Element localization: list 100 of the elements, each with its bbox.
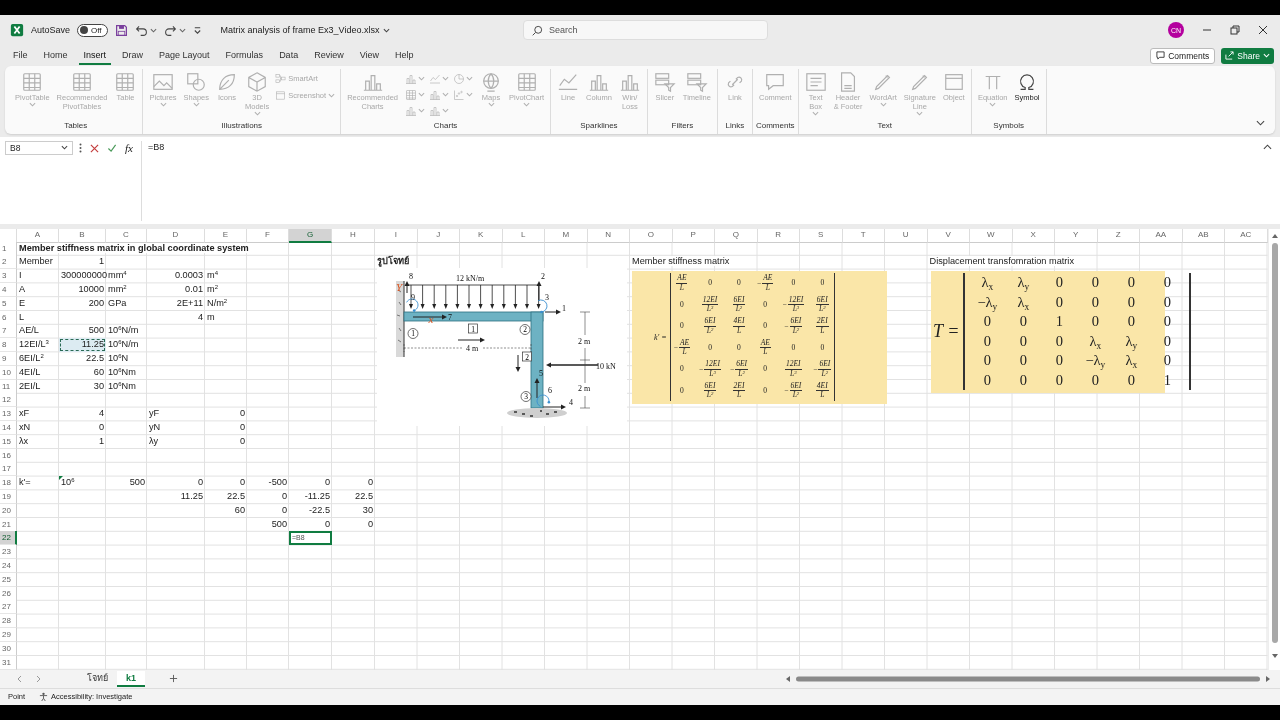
collapse-icon[interactable] <box>1263 143 1272 150</box>
diagram-label: 3 <box>545 292 549 302</box>
matrix-entry: 0 <box>1054 273 1064 293</box>
sheet-column-letter[interactable]: S <box>800 228 843 243</box>
sheet-column-letter[interactable]: N <box>587 228 630 243</box>
search-icon <box>532 25 543 37</box>
matrix-entry: 0 <box>1090 292 1100 312</box>
sheet-column-letter[interactable]: E <box>205 228 247 243</box>
cell-text: 0 <box>281 504 287 515</box>
redo-icon[interactable] <box>163 23 177 37</box>
sheet-row-number[interactable]: 28 <box>0 614 17 629</box>
matrix-entry: λ$_{x}$ <box>1088 331 1103 352</box>
previous-sheet-icon[interactable] <box>16 674 22 683</box>
cancel-icon[interactable] <box>90 143 99 153</box>
sheet-row-number[interactable]: 7 <box>0 324 17 339</box>
cell-text: 10$^{6}$Nm <box>108 366 136 377</box>
sheet-column-letter[interactable]: D <box>147 228 205 243</box>
sheet-column-letter[interactable]: AA <box>1140 228 1183 243</box>
cell-text: 4 <box>98 408 104 419</box>
menu-tab[interactable]: Draw <box>117 47 149 65</box>
comments-button[interactable]: Comments <box>1150 48 1216 64</box>
sheet-column-letter[interactable]: P <box>672 228 715 243</box>
sheet-tab[interactable]: k1 <box>117 670 145 687</box>
next-sheet-icon[interactable] <box>36 674 42 683</box>
plus-icon[interactable] <box>169 674 178 684</box>
sheet-column-letter[interactable]: I <box>375 228 418 243</box>
cell-text: Displacement transfomration matrix <box>929 256 1074 267</box>
sheet-column-letter[interactable]: A <box>17 228 59 243</box>
sheet-row-number[interactable]: 2 <box>0 255 17 270</box>
sheet-column-letter[interactable]: G <box>289 228 332 243</box>
sheet-row-number[interactable]: 27 <box>0 600 17 615</box>
sheet-column-letter[interactable]: C <box>106 228 147 243</box>
menu-tab[interactable]: Review <box>309 47 349 65</box>
sheet-row-number[interactable]: 3 <box>0 269 17 284</box>
sheet-column-letter[interactable]: L <box>502 228 545 243</box>
sheet-row-number[interactable]: 18 <box>0 476 17 491</box>
collapse-icon[interactable] <box>1256 119 1265 126</box>
restore-icon[interactable] <box>1230 25 1240 36</box>
sheet-column-letter[interactable]: Y <box>1055 228 1098 243</box>
menu-tab[interactable]: Home <box>38 47 73 65</box>
menu-tab[interactable]: Insert <box>78 47 112 65</box>
matrix-entry: 0 <box>982 312 992 332</box>
sheet-row-number[interactable]: 8 <box>0 338 17 353</box>
matrix-entry: 0 <box>1090 273 1100 293</box>
formula-field[interactable]: =B8 <box>140 140 1263 221</box>
menu-tab[interactable]: File <box>8 47 33 65</box>
bar-chart-icon <box>429 104 441 117</box>
undo-icon[interactable] <box>134 23 148 37</box>
menu-tab[interactable]: Formulas <box>220 47 269 65</box>
filter-icon <box>653 71 676 94</box>
sheet-column-letter[interactable]: AB <box>1182 228 1225 243</box>
cell-text: 30 <box>93 380 104 391</box>
sheet-column-letter[interactable]: V <box>927 228 970 243</box>
group-label: Symbols <box>993 121 1025 131</box>
sheet-column-letter[interactable]: T <box>842 228 885 243</box>
sheet-column-letter[interactable]: X <box>1012 228 1055 243</box>
sheet-row-number[interactable]: 23 <box>0 545 17 560</box>
sheet-column-letter[interactable]: Z <box>1097 228 1140 243</box>
insert-function-button[interactable]: fx <box>125 141 133 154</box>
sheet-column-letter[interactable]: R <box>757 228 800 243</box>
menu-tab[interactable]: View <box>354 47 384 65</box>
sheet-row-number[interactable]: 22 <box>0 531 17 546</box>
enter-icon[interactable] <box>107 143 117 153</box>
sheet-column-letter[interactable]: H <box>332 228 375 243</box>
matrix-entry: λ$_{x}$ <box>1124 351 1139 371</box>
sheet-column-letter[interactable]: U <box>885 228 928 243</box>
matrix-entry: 0 <box>982 370 992 390</box>
diagram-icon <box>275 73 287 85</box>
menu-tab[interactable]: Page Layout <box>154 47 215 65</box>
name-box[interactable]: B8 <box>5 140 73 155</box>
sheet-row-number[interactable]: 17 <box>0 462 17 477</box>
referenced-cell[interactable]: 11.25 <box>59 338 106 353</box>
sheet-column-letter[interactable]: AC <box>1225 228 1268 243</box>
group-label: Charts <box>433 121 458 131</box>
autosave-toggle[interactable]: Off <box>77 23 108 37</box>
sheet-row-number[interactable]: 4 <box>0 283 17 297</box>
diagram-label: 12 kN/m <box>455 273 485 283</box>
sheet-row-number[interactable]: 13 <box>0 407 17 422</box>
sheet-tab[interactable]: โจทย์ <box>78 668 117 689</box>
sheet-column-letter[interactable]: M <box>545 228 588 243</box>
close-icon[interactable] <box>1258 25 1268 36</box>
customize-icon[interactable] <box>192 25 202 35</box>
sheet-column-letter[interactable]: W <box>970 228 1013 243</box>
sheet-column-letter[interactable]: J <box>417 228 460 243</box>
cell-text: 0 <box>197 477 203 488</box>
save-icon[interactable] <box>114 23 128 37</box>
matrix-entry: −λ$_{y}$ <box>1084 351 1107 371</box>
sheet-column-letter[interactable]: B <box>59 228 106 243</box>
diagram-label: 8 <box>409 271 413 281</box>
menu-tab[interactable]: Help <box>390 47 419 65</box>
search-field[interactable]: Search <box>523 20 768 41</box>
horizontal-scrollbar[interactable] <box>784 673 1272 684</box>
sheet-column-letter[interactable]: K <box>460 228 503 243</box>
menu-tab[interactable]: Data <box>274 47 304 65</box>
sheet-column-letter[interactable]: Q <box>715 228 758 243</box>
sheet-row-number[interactable]: 12 <box>0 393 17 408</box>
cell-text: 4EI/L <box>19 366 41 377</box>
sheet-row-number[interactable]: 9 <box>0 352 17 366</box>
share-button[interactable]: Share <box>1221 48 1274 64</box>
sheet-column-letter[interactable]: O <box>630 228 673 243</box>
